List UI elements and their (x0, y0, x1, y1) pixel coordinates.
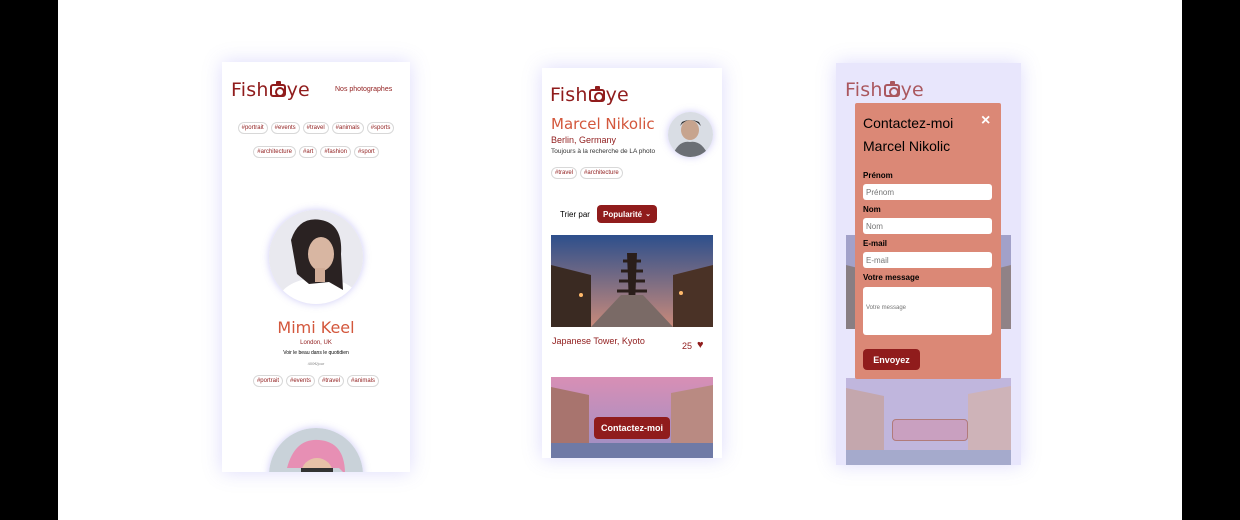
modal-photographer-name: Marcel Nikolic (863, 138, 951, 154)
photographer-price: 400€/jour (307, 361, 325, 366)
profile-avatar (668, 112, 713, 157)
tag-filter[interactable]: #events (285, 375, 315, 387)
chevron-down-icon: ⌄ (645, 211, 651, 218)
message-field[interactable] (863, 287, 992, 335)
tag-filter[interactable]: #fashion (320, 146, 352, 158)
logo-text-right: ye (286, 79, 310, 101)
photographer-avatar[interactable] (269, 210, 363, 304)
tag-filter[interactable]: #animals (347, 375, 380, 387)
profile-tags: #travel #architecture (551, 167, 623, 179)
message-label: Votre message (863, 273, 920, 282)
camera-icon (883, 80, 900, 97)
contact-button-dimmed (892, 419, 968, 441)
logo[interactable]: Fish ye (550, 84, 629, 106)
mockup-canvas: Fish ye Nos photographes #portrait #even… (58, 0, 1182, 520)
sort-label: Trier par (560, 210, 590, 219)
profile-tagline: Toujours à la recherche de LA photo (551, 148, 656, 155)
logo[interactable]: Fish ye (845, 79, 924, 101)
logo-text-right: ye (605, 84, 629, 106)
portrait-image (269, 210, 363, 304)
logo-text-right: ye (900, 79, 924, 101)
photographer-tagline: Voir le beau dans le quotidien (283, 350, 349, 356)
first-name-field[interactable] (863, 184, 992, 200)
camera-icon (588, 85, 605, 102)
tag-filter[interactable]: #portrait (252, 375, 283, 387)
tag-filter[interactable]: #animals (331, 122, 364, 134)
tag-filter[interactable]: #sport (354, 146, 379, 158)
home-phone: Fish ye Nos photographes #portrait #even… (222, 62, 410, 472)
submit-button[interactable]: Envoyez (863, 349, 920, 370)
page-heading: Nos photographes (335, 86, 393, 93)
media-thumbnail[interactable] (551, 235, 713, 327)
tag-filter[interactable]: #portrait (237, 122, 268, 134)
media-title: Japanese Tower, Kyoto (552, 336, 645, 346)
email-label: E-mail (863, 239, 888, 248)
portrait-image (668, 112, 713, 157)
last-name-label: Nom (863, 205, 881, 214)
kyoto-photo (551, 235, 713, 327)
modal-phone: Fish ye Contactez-moi Marcel Nikolic × P… (836, 63, 1021, 465)
tag-filter[interactable]: #events (270, 122, 300, 134)
camera-icon (269, 80, 286, 97)
last-name-field[interactable] (863, 218, 992, 234)
logo-text-left: Fish (550, 84, 588, 106)
photographer-avatar[interactable] (269, 428, 363, 472)
tag-filter[interactable]: #travel (551, 167, 578, 179)
tag-nav-row-2: #architecture #art #fashion #sport (222, 146, 410, 158)
photographer-tags: #portrait #events #travel #animals (222, 375, 410, 387)
logo[interactable]: Fish ye (231, 79, 310, 101)
first-name-label: Prénom (863, 171, 893, 180)
logo-text-left: Fish (845, 79, 883, 101)
profile-location: Berlin, Germany (551, 135, 617, 145)
contact-modal: Contactez-moi Marcel Nikolic × Prénom No… (855, 103, 1001, 379)
tag-filter[interactable]: #architecture (253, 146, 296, 158)
tag-filter[interactable]: #architecture (580, 167, 623, 179)
sort-dropdown[interactable]: Popularité ⌄ (597, 205, 657, 223)
modal-title: Contactez-moi (863, 115, 954, 131)
profile-phone: Fish ye Marcel Nikolic Berlin, Germany T… (542, 68, 722, 458)
photographer-name[interactable]: Mimi Keel (222, 318, 410, 337)
tag-filter[interactable]: #art (298, 146, 318, 158)
contact-button[interactable]: Contactez-moi (594, 417, 670, 439)
tag-filter[interactable]: #sports (366, 122, 395, 134)
photographer-location: London, UK (300, 340, 332, 346)
tag-filter[interactable]: #travel (318, 375, 345, 387)
portrait-image (269, 428, 363, 472)
heart-icon[interactable]: ♥ (697, 339, 704, 351)
media-likes: 25 (682, 341, 693, 351)
email-field[interactable] (863, 252, 992, 268)
tag-nav-row-1: #portrait #events #travel #animals #spor… (222, 122, 410, 134)
close-icon[interactable]: × (981, 112, 990, 130)
tag-filter[interactable]: #travel (302, 122, 329, 134)
sort-dropdown-value: Popularité (603, 209, 643, 219)
profile-name: Marcel Nikolic (551, 115, 655, 133)
logo-text-left: Fish (231, 79, 269, 101)
